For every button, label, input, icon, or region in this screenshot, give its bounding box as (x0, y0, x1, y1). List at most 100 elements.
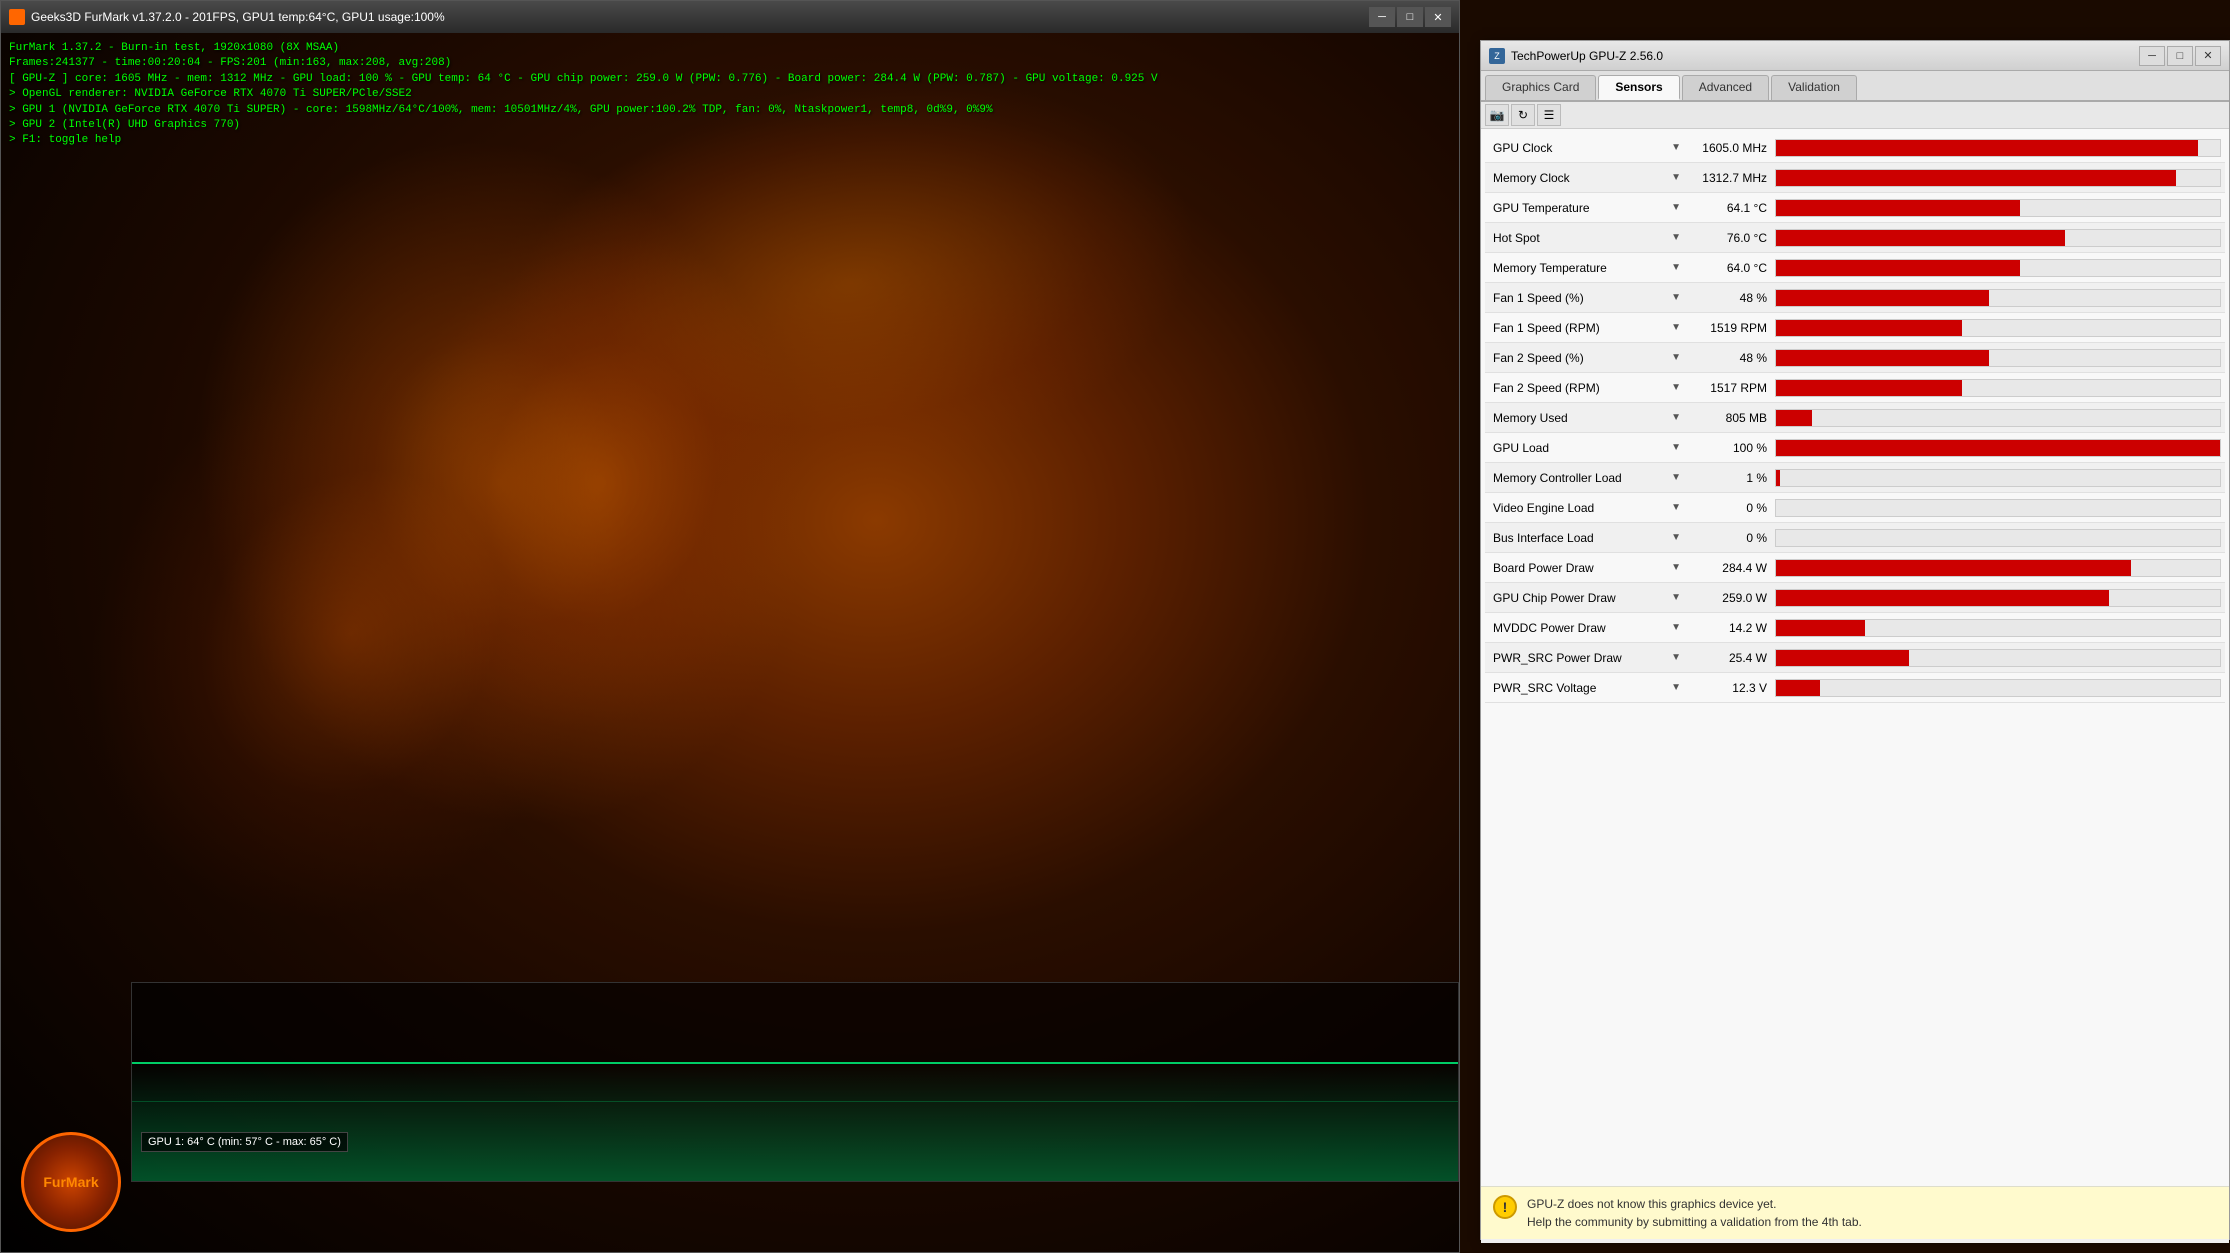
sensor-value: 12.3 V (1685, 681, 1775, 695)
furmark-titlebar-buttons: ─ □ ✕ (1369, 7, 1451, 27)
sensor-dropdown-icon[interactable]: ▼ (1671, 532, 1681, 543)
furmark-window: Geeks3D FurMark v1.37.2.0 - 201FPS, GPU1… (0, 0, 1460, 1253)
sensor-name: Board Power Draw▼ (1485, 561, 1685, 575)
notification-line2: Help the community by submitting a valid… (1527, 1213, 1862, 1231)
gpuz-refresh-button[interactable]: ↻ (1511, 104, 1535, 126)
sensor-dropdown-icon[interactable]: ▼ (1671, 412, 1681, 423)
sensor-dropdown-icon[interactable]: ▼ (1671, 592, 1681, 603)
furmark-content: FurMark 1.37.2 - Burn-in test, 1920x1080… (1, 33, 1459, 1252)
sensor-bar (1776, 230, 2065, 246)
sensor-bar-container (1775, 229, 2221, 247)
sensor-row: Memory Used▼805 MB (1485, 403, 2225, 433)
sensor-dropdown-icon[interactable]: ▼ (1671, 172, 1681, 183)
sensor-value: 1312.7 MHz (1685, 171, 1775, 185)
sensor-bar (1776, 320, 1962, 336)
sensor-bar (1776, 620, 1865, 636)
sensor-bar-container (1775, 349, 2221, 367)
sensor-value: 100 % (1685, 441, 1775, 455)
sensor-name: Memory Clock▼ (1485, 171, 1685, 185)
sensor-dropdown-icon[interactable]: ▼ (1671, 262, 1681, 273)
sensor-value: 1519 RPM (1685, 321, 1775, 335)
sensor-bar (1776, 170, 2176, 186)
tab-validation[interactable]: Validation (1771, 75, 1857, 100)
sensor-dropdown-icon[interactable]: ▼ (1671, 292, 1681, 303)
sensor-dropdown-icon[interactable]: ▼ (1671, 502, 1681, 513)
sensor-dropdown-icon[interactable]: ▼ (1671, 472, 1681, 483)
sensor-value: 1605.0 MHz (1685, 141, 1775, 155)
sensor-bar-container (1775, 139, 2221, 157)
gpuz-menu-button[interactable]: ☰ (1537, 104, 1561, 126)
tab-graphics-card[interactable]: Graphics Card (1485, 75, 1596, 100)
furmark-maximize-button[interactable]: □ (1397, 7, 1423, 27)
furmark-gpu-temp: GPU 1: 64° C (min: 57° C - max: 65° C) (141, 1132, 348, 1152)
sensor-dropdown-icon[interactable]: ▼ (1671, 682, 1681, 693)
gpuz-icon-text: Z (1494, 51, 1500, 61)
furmark-graph (131, 982, 1459, 1182)
sensor-name: Memory Used▼ (1485, 411, 1685, 425)
furmark-icon (9, 9, 25, 25)
gpuz-minimize-button[interactable]: ─ (2139, 46, 2165, 66)
sensor-bar-container (1775, 259, 2221, 277)
sensor-dropdown-icon[interactable]: ▼ (1671, 442, 1681, 453)
sensor-name: Fan 2 Speed (%)▼ (1485, 351, 1685, 365)
gpuz-title: TechPowerUp GPU-Z 2.56.0 (1511, 49, 2133, 63)
sensor-dropdown-icon[interactable]: ▼ (1671, 202, 1681, 213)
sensor-dropdown-icon[interactable]: ▼ (1671, 562, 1681, 573)
sensor-value: 48 % (1685, 291, 1775, 305)
sensor-dropdown-icon[interactable]: ▼ (1671, 652, 1681, 663)
sensor-row: MVDDC Power Draw▼14.2 W (1485, 613, 2225, 643)
sensor-row: Memory Controller Load▼1 % (1485, 463, 2225, 493)
sensor-bar (1776, 290, 1989, 306)
sensor-row: Bus Interface Load▼0 % (1485, 523, 2225, 553)
sensor-value: 64.1 °C (1685, 201, 1775, 215)
furmark-overlay: FurMark 1.37.2 - Burn-in test, 1920x1080… (9, 41, 1158, 149)
sensor-name: Bus Interface Load▼ (1485, 531, 1685, 545)
furmark-overlay-line2: Frames:241377 - time:00:20:04 - FPS:201 … (9, 56, 1158, 71)
sensor-row: GPU Clock▼1605.0 MHz (1485, 133, 2225, 163)
sensor-name: PWR_SRC Power Draw▼ (1485, 651, 1685, 665)
furmark-minimize-button[interactable]: ─ (1369, 7, 1395, 27)
sensor-row: Fan 1 Speed (RPM)▼1519 RPM (1485, 313, 2225, 343)
gpuz-tabs: Graphics Card Sensors Advanced Validatio… (1481, 71, 2229, 102)
sensor-bar-container (1775, 439, 2221, 457)
sensor-name: Memory Temperature▼ (1485, 261, 1685, 275)
sensor-bar (1776, 650, 1909, 666)
sensor-bar-container (1775, 409, 2221, 427)
sensor-value: 284.4 W (1685, 561, 1775, 575)
gpuz-titlebar: Z TechPowerUp GPU-Z 2.56.0 ─ □ ✕ (1481, 41, 2229, 71)
gpuz-camera-button[interactable]: 📷 (1485, 104, 1509, 126)
furmark-overlay-line4: > OpenGL renderer: NVIDIA GeForce RTX 40… (9, 87, 1158, 102)
sensor-dropdown-icon[interactable]: ▼ (1671, 322, 1681, 333)
sensor-bar-container (1775, 679, 2221, 697)
sensor-dropdown-icon[interactable]: ▼ (1671, 352, 1681, 363)
sensor-name: GPU Chip Power Draw▼ (1485, 591, 1685, 605)
gpuz-notification: ! GPU-Z does not know this graphics devi… (1481, 1186, 2229, 1239)
sensor-row: Fan 2 Speed (%)▼48 % (1485, 343, 2225, 373)
tab-advanced[interactable]: Advanced (1682, 75, 1769, 100)
sensor-bar (1776, 410, 1812, 426)
gpuz-close-button[interactable]: ✕ (2195, 46, 2221, 66)
sensor-value: 14.2 W (1685, 621, 1775, 635)
sensor-bar-container (1775, 379, 2221, 397)
furmark-close-button[interactable]: ✕ (1425, 7, 1451, 27)
sensor-bar (1776, 680, 1820, 696)
sensor-name: Fan 2 Speed (RPM)▼ (1485, 381, 1685, 395)
sensor-dropdown-icon[interactable]: ▼ (1671, 142, 1681, 153)
furmark-logo: FurMark (21, 1132, 121, 1232)
furmark-overlay-line1: FurMark 1.37.2 - Burn-in test, 1920x1080… (9, 41, 1158, 56)
furmark-graph-grid1 (132, 1101, 1458, 1102)
sensor-bar-container (1775, 169, 2221, 187)
sensor-bar-container (1775, 529, 2221, 547)
sensor-value: 48 % (1685, 351, 1775, 365)
sensor-dropdown-icon[interactable]: ▼ (1671, 232, 1681, 243)
sensor-bar-container (1775, 499, 2221, 517)
sensor-row: Video Engine Load▼0 % (1485, 493, 2225, 523)
tab-sensors[interactable]: Sensors (1598, 75, 1679, 100)
sensor-name: Fan 1 Speed (RPM)▼ (1485, 321, 1685, 335)
sensor-dropdown-icon[interactable]: ▼ (1671, 622, 1681, 633)
sensor-value: 0 % (1685, 531, 1775, 545)
sensor-dropdown-icon[interactable]: ▼ (1671, 382, 1681, 393)
notification-warning-icon: ! (1493, 1195, 1517, 1219)
sensor-row: Hot Spot▼76.0 °C (1485, 223, 2225, 253)
gpuz-maximize-button[interactable]: □ (2167, 46, 2193, 66)
